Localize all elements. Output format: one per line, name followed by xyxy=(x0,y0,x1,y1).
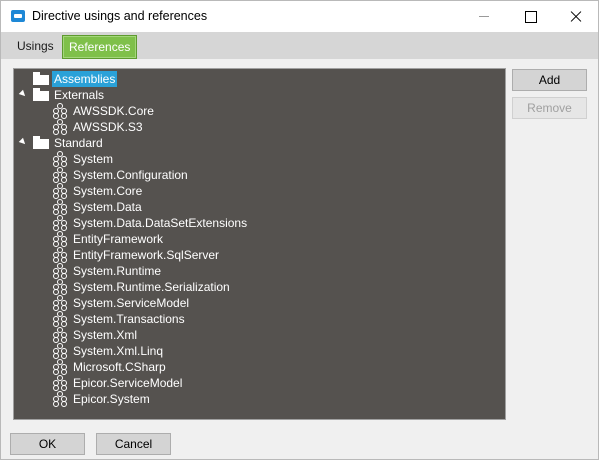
assembly-icon xyxy=(52,295,68,311)
cancel-button[interactable]: Cancel xyxy=(96,433,171,455)
tree-node-label: System.Configuration xyxy=(73,168,188,182)
assembly-icon xyxy=(52,119,68,135)
tree-node-label: AWSSDK.S3 xyxy=(73,120,143,134)
tree-assembly-node[interactable]: System.ServiceModel xyxy=(14,295,504,311)
assembly-icon xyxy=(52,183,68,199)
tree-folder-node[interactable]: Assemblies xyxy=(14,71,504,87)
folder-icon xyxy=(33,88,49,101)
tree-assembly-node[interactable]: EntityFramework.SqlServer xyxy=(14,247,504,263)
close-icon[interactable] xyxy=(553,1,599,32)
tree-assembly-node[interactable]: Epicor.ServiceModel xyxy=(14,375,504,391)
tree-assembly-node[interactable]: System.Configuration xyxy=(14,167,504,183)
window-title: Directive usings and references xyxy=(32,9,208,23)
tree-node-label: EntityFramework.SqlServer xyxy=(73,248,220,262)
tree-assembly-node[interactable]: System.Runtime.Serialization xyxy=(14,279,504,295)
title-bar: Directive usings and references xyxy=(1,1,598,32)
assembly-icon xyxy=(52,263,68,279)
folder-icon xyxy=(33,72,49,85)
tree-node-label: System xyxy=(73,152,114,166)
tree-folder-node[interactable]: Externals xyxy=(14,87,504,103)
tree-node-label: EntityFramework xyxy=(73,232,164,246)
tree-node-label: System.ServiceModel xyxy=(73,296,190,310)
tree-node-label: System.Xml.Linq xyxy=(73,344,164,358)
tree-node-label: System.Transactions xyxy=(73,312,185,326)
minimize-icon[interactable] xyxy=(461,1,507,32)
remove-button[interactable]: Remove xyxy=(512,97,587,119)
assembly-icon xyxy=(52,231,68,247)
tree-node-label: Epicor.ServiceModel xyxy=(73,376,183,390)
assembly-icon xyxy=(52,343,68,359)
tree-assembly-node[interactable]: Microsoft.CSharp xyxy=(14,359,504,375)
tree-assembly-node[interactable]: System.Transactions xyxy=(14,311,504,327)
tree-assembly-node[interactable]: System.Data xyxy=(14,199,504,215)
tree-assembly-node[interactable]: Epicor.System xyxy=(14,391,504,407)
assembly-icon xyxy=(52,215,68,231)
tree-assembly-node[interactable]: System.Xml xyxy=(14,327,504,343)
tree-node-label: Assemblies xyxy=(52,71,118,87)
tree-assembly-node[interactable]: System.Runtime xyxy=(14,263,504,279)
assembly-icon xyxy=(52,167,68,183)
tree-node-label: Microsoft.CSharp xyxy=(73,360,166,374)
tree-assembly-node[interactable]: EntityFramework xyxy=(14,231,504,247)
tree-assembly-node[interactable]: AWSSDK.S3 xyxy=(14,119,504,135)
assembly-icon xyxy=(52,311,68,327)
assembly-icon xyxy=(52,359,68,375)
assembly-icon xyxy=(52,279,68,295)
folder-icon xyxy=(33,136,49,149)
tree-node-label: Standard xyxy=(54,136,103,150)
add-button[interactable]: Add xyxy=(512,69,587,91)
tree-assembly-node[interactable]: System xyxy=(14,151,504,167)
tab-usings[interactable]: Usings xyxy=(11,35,60,59)
assembly-icon xyxy=(52,327,68,343)
tree-node-label: System.Data xyxy=(73,200,142,214)
assembly-icon xyxy=(52,375,68,391)
tree-node-label: System.Data.DataSetExtensions xyxy=(73,216,248,230)
tree-node-label: System.Core xyxy=(73,184,143,198)
tree-node-label: AWSSDK.Core xyxy=(73,104,154,118)
assembly-icon xyxy=(52,199,68,215)
tree-assembly-node[interactable]: AWSSDK.Core xyxy=(14,103,504,119)
app-icon xyxy=(11,10,25,22)
assembly-icon xyxy=(52,151,68,167)
tree-node-label: System.Runtime.Serialization xyxy=(73,280,230,294)
tree-node-label: System.Xml xyxy=(73,328,138,342)
assembly-icon xyxy=(52,103,68,119)
references-tree[interactable]: Assemblies Externals AWSSDK.Core AWSSDK.S3 S… xyxy=(13,68,506,420)
tree-assembly-node[interactable]: System.Data.DataSetExtensions xyxy=(14,215,504,231)
tree-node-label: Externals xyxy=(54,88,105,102)
maximize-icon[interactable] xyxy=(507,1,553,32)
expand-triangle-icon[interactable] xyxy=(18,89,28,99)
tree-node-label: Epicor.System xyxy=(73,392,150,406)
tree-node-label: System.Runtime xyxy=(73,264,162,278)
dialog-window: Directive usings and references Usings R… xyxy=(0,0,599,460)
tree-assembly-node[interactable]: System.Core xyxy=(14,183,504,199)
tree-folder-node[interactable]: Standard xyxy=(14,135,504,151)
assembly-icon xyxy=(52,247,68,263)
tree-assembly-node[interactable]: System.Xml.Linq xyxy=(14,343,504,359)
tab-references[interactable]: References xyxy=(62,35,138,59)
expand-triangle-icon[interactable] xyxy=(18,137,28,147)
tab-strip: Usings References xyxy=(1,32,598,59)
ok-button[interactable]: OK xyxy=(10,433,85,455)
assembly-icon xyxy=(52,391,68,407)
